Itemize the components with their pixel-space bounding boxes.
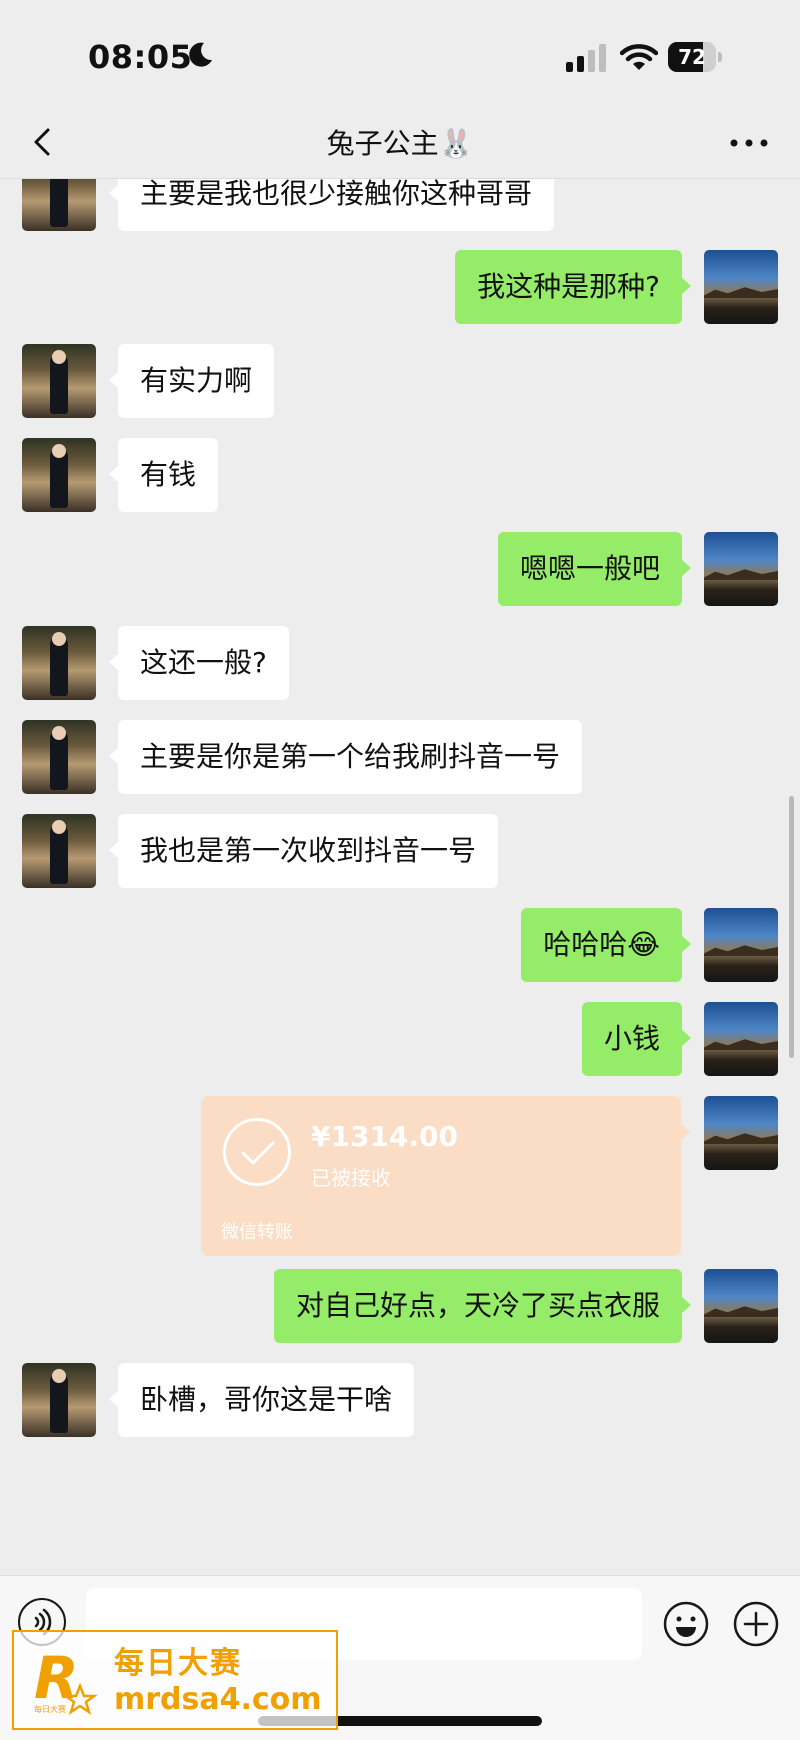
message-row: 有钱: [0, 438, 800, 512]
chat-header: 兔子公主🐰: [0, 110, 800, 179]
contact-avatar[interactable]: [22, 814, 96, 888]
svg-text:R: R: [34, 1646, 79, 1712]
more-options-icon[interactable]: [726, 128, 772, 158]
my-avatar[interactable]: [704, 1002, 778, 1076]
check-circle-icon: [223, 1118, 291, 1186]
message-bubble[interactable]: 嗯嗯一般吧: [497, 532, 692, 606]
contact-avatar[interactable]: [22, 720, 96, 794]
battery-shell: 72: [668, 42, 716, 72]
message-bubble[interactable]: 我也是第一次收到抖音一号: [108, 814, 499, 888]
status-bar: 08:05 72: [0, 0, 800, 110]
message-row: ¥1314.00 已被接收 微信转账: [0, 1096, 800, 1256]
emoji-icon[interactable]: [662, 1600, 710, 1648]
chat-message-list[interactable]: 主要是我也很少接触你这种哥哥 我这种是那种? 有实力啊 有钱 嗯嗯一般吧 这还一…: [0, 179, 800, 1575]
contact-avatar[interactable]: [22, 626, 96, 700]
transfer-label: 微信转账: [221, 1222, 293, 1243]
message-row: 有实力啊: [0, 344, 800, 418]
message-row: 这还一般?: [0, 626, 800, 700]
svg-text:每日大赛: 每日大赛: [34, 1704, 66, 1714]
message-bubble[interactable]: 有实力啊: [108, 344, 275, 418]
message-row: 我也是第一次收到抖音一号: [0, 814, 800, 888]
chat-title: 兔子公主🐰: [326, 127, 474, 160]
battery-indicator: 72: [668, 42, 724, 72]
contact-avatar[interactable]: [22, 1363, 96, 1437]
battery-nub: [718, 52, 722, 62]
message-bubble[interactable]: 这还一般?: [109, 626, 289, 700]
message-bubble[interactable]: 哈哈哈😂: [521, 908, 691, 982]
message-row: 对自己好点，天冷了买点衣服: [0, 1269, 800, 1343]
message-row: 主要是我也很少接触你这种哥哥: [0, 179, 800, 231]
message-row: 小钱: [0, 1002, 800, 1076]
message-row: 卧槽，哥你这是干啥: [0, 1363, 800, 1437]
watermark-banner: R 每日大赛 每日大赛 mrdsa4.com: [12, 1630, 338, 1730]
status-time: 08:05: [88, 38, 193, 76]
watermark-logo: R 每日大赛: [34, 1646, 98, 1715]
my-avatar[interactable]: [704, 532, 778, 606]
transfer-status: 已被接收: [311, 1166, 391, 1190]
my-avatar[interactable]: [704, 908, 778, 982]
my-avatar[interactable]: [704, 1096, 778, 1170]
cellular-signal-icon: [566, 44, 606, 72]
message-bubble[interactable]: 我这种是那种?: [455, 250, 691, 324]
my-avatar[interactable]: [704, 250, 778, 324]
watermark-title: 每日大赛: [114, 1646, 242, 1681]
message-bubble[interactable]: 对自己好点，天冷了买点衣服: [273, 1269, 692, 1343]
message-bubble[interactable]: 小钱: [581, 1002, 692, 1076]
plus-icon[interactable]: [732, 1600, 780, 1648]
message-bubble[interactable]: 主要是我也很少接触你这种哥哥: [108, 179, 555, 231]
watermark-url: mrdsa4.com: [114, 1682, 322, 1717]
scrollbar[interactable]: [789, 796, 794, 1058]
moon-icon: [189, 42, 212, 67]
message-row: 哈哈哈😂: [0, 908, 800, 982]
my-avatar[interactable]: [704, 1269, 778, 1343]
contact-avatar[interactable]: [22, 344, 96, 418]
contact-avatar[interactable]: [22, 179, 96, 231]
message-bubble[interactable]: 主要是你是第一个给我刷抖音一号: [108, 720, 583, 794]
message-bubble[interactable]: 卧槽，哥你这是干啥: [108, 1363, 415, 1437]
message-row: 主要是你是第一个给我刷抖音一号: [0, 720, 800, 794]
battery-percent: 72: [678, 45, 706, 69]
message-bubble[interactable]: 有钱: [108, 438, 219, 512]
message-row: 嗯嗯一般吧: [0, 532, 800, 606]
transfer-amount: ¥1314.00: [311, 1120, 459, 1153]
transfer-card[interactable]: ¥1314.00 已被接收 微信转账: [201, 1096, 690, 1256]
wifi-icon: [620, 44, 658, 70]
contact-avatar[interactable]: [22, 438, 96, 512]
message-row: 我这种是那种?: [0, 250, 800, 324]
